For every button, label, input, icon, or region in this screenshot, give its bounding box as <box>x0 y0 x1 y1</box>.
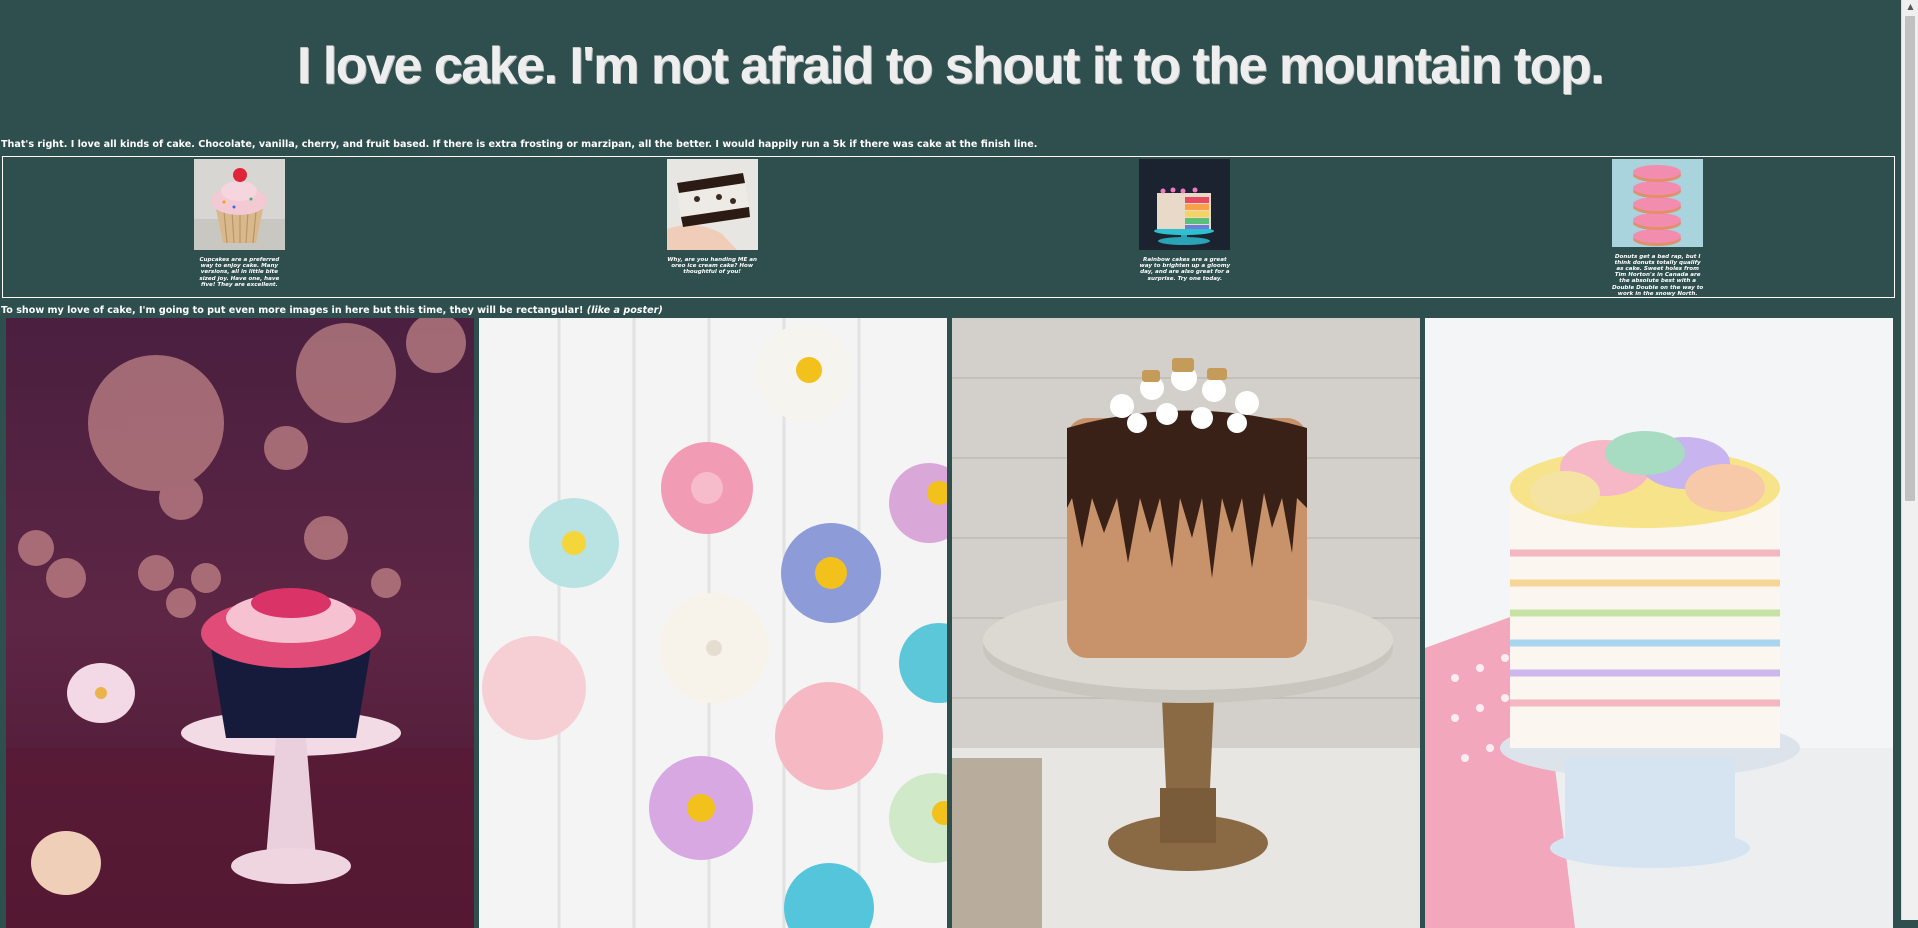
rainbow-cake-image <box>1139 159 1231 250</box>
gallery-item: Why, are you handing ME an oreo ice crea… <box>476 157 949 297</box>
poster-intro-main: To show my love of cake, I'm going to pu… <box>1 305 587 316</box>
oreo-ice-cream-cake-image <box>666 159 758 250</box>
poster-chocolate-drip-cake <box>952 318 1420 928</box>
gallery-caption: Cupcakes are a preferred way to enjoy ca… <box>199 257 280 288</box>
poster-flower-cupcakes <box>479 318 947 928</box>
gallery-caption: Donuts get a bad rap, but I think donuts… <box>1611 253 1704 297</box>
cake-gallery: Cupcakes are a preferred way to enjoy ca… <box>2 156 1895 298</box>
poster-gallery <box>6 318 1893 928</box>
cupcake-image <box>193 159 285 250</box>
scrollbar-thumb[interactable] <box>1905 16 1915 501</box>
page-title: I love cake. I'm not afraid to shout it … <box>296 37 1605 95</box>
gallery-item: Rainbow cakes are a great way to brighte… <box>949 157 1422 297</box>
scroll-up-arrow-icon[interactable]: ▲ <box>1902 0 1918 14</box>
poster-rainbow-pastel-cake <box>1425 318 1893 928</box>
gallery-item: Cupcakes are a preferred way to enjoy ca… <box>3 157 476 297</box>
poster-intro-em: (like a poster) <box>586 305 663 316</box>
intro-text: That's right. I love all kinds of cake. … <box>1 139 1038 150</box>
gallery-item: Donuts get a bad rap, but I think donuts… <box>1421 157 1894 297</box>
gallery-caption: Rainbow cakes are a great way to brighte… <box>1139 257 1231 282</box>
page-scrollbar[interactable]: ▲ <box>1901 0 1918 920</box>
poster-cupcake-bokeh <box>6 318 474 928</box>
page: I love cake. I'm not afraid to shout it … <box>0 0 1900 317</box>
gallery-caption: Why, are you handing ME an oreo ice crea… <box>667 257 758 276</box>
donuts-image <box>1612 159 1704 247</box>
poster-intro-text: To show my love of cake, I'm going to pu… <box>1 305 1900 317</box>
